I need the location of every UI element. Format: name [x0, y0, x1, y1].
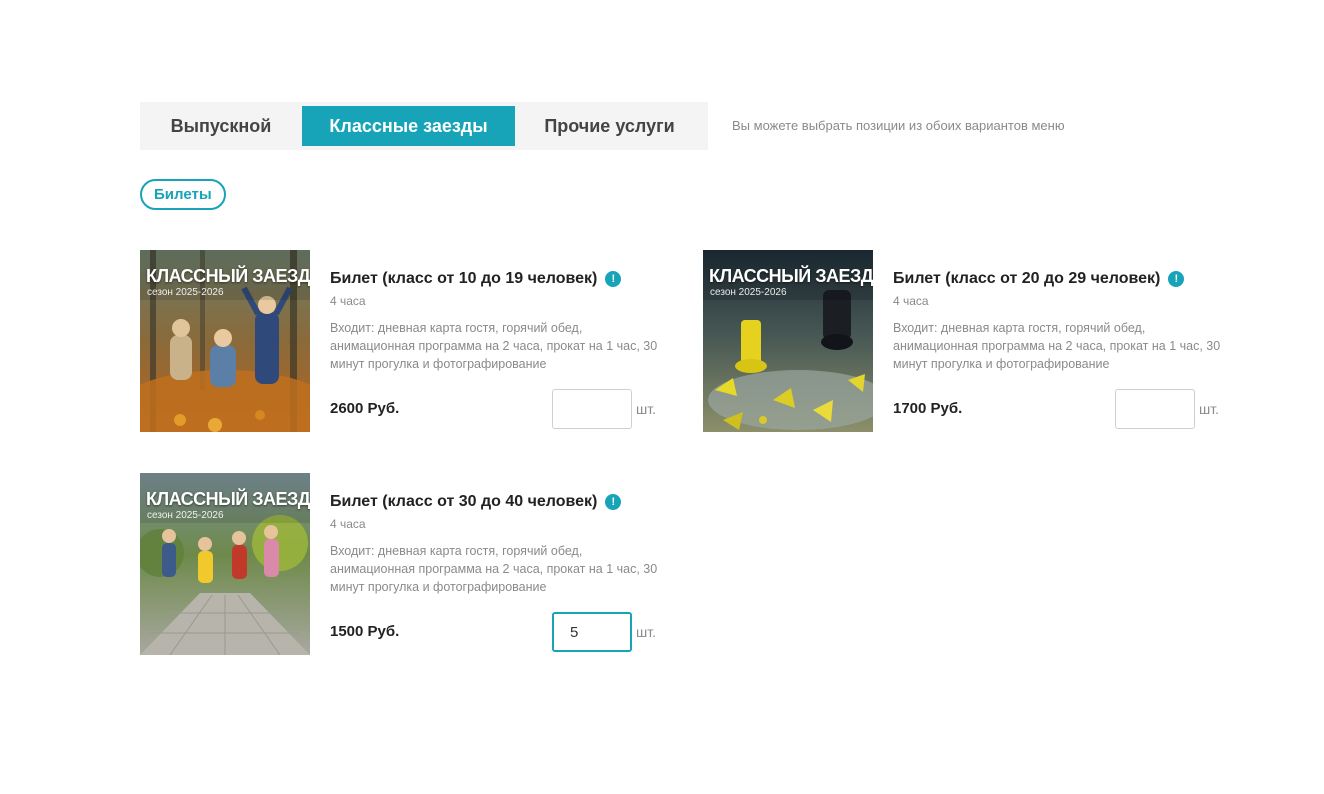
product-price: 1700 Руб. — [893, 400, 963, 417]
quantity-input[interactable] — [552, 612, 632, 652]
product-image-title: КЛАССНЫЙ ЗАЕЗД — [146, 266, 310, 286]
product-duration: 4 часа — [330, 294, 366, 308]
info-icon[interactable]: ! — [605, 271, 622, 287]
product-title: Билет (класс от 10 до 19 человек) ! — [330, 270, 622, 288]
tabs-hint-text: Вы можете выбрать позиции из обоих вариа… — [732, 118, 1065, 133]
product-image-subtitle: сезон 2025-2026 — [710, 287, 787, 298]
quantity-unit: шт. — [636, 624, 656, 640]
quantity-unit: шт. — [636, 401, 656, 417]
tab-prochie-uslugi[interactable]: Прочие услуги — [515, 106, 704, 146]
product-card: КЛАССНЫЙ ЗАЕЗД сезон 2025-2026 Билет (кл… — [140, 250, 680, 432]
product-price: 1500 Руб. — [330, 623, 400, 640]
product-image-subtitle: сезон 2025-2026 — [147, 287, 224, 298]
product-title: Билет (класс от 20 до 29 человек) ! — [893, 270, 1185, 288]
product-title: Билет (класс от 30 до 40 человек) ! — [330, 493, 622, 511]
product-title-text: Билет (класс от 10 до 19 человек) — [330, 270, 598, 287]
product-description: Входит: дневная карта гостя, горячий обе… — [893, 321, 1221, 371]
tab-klassnye-zaezdy[interactable]: Классные заезды — [302, 106, 515, 146]
quantity-input[interactable] — [552, 389, 632, 429]
quantity-unit: шт. — [1199, 401, 1219, 417]
product-price: 2600 Руб. — [330, 400, 400, 417]
product-description: Входит: дневная карта гостя, горячий обе… — [330, 321, 658, 371]
menu-tabs: Выпускной Классные заезды Прочие услуги — [140, 102, 708, 150]
category-pill-tickets[interactable]: Билеты — [140, 179, 226, 210]
product-duration: 4 часа — [893, 294, 929, 308]
product-image: КЛАССНЫЙ ЗАЕЗД сезон 2025-2026 — [140, 473, 310, 655]
product-title-text: Билет (класс от 20 до 29 человек) — [893, 270, 1161, 287]
info-icon[interactable]: ! — [605, 494, 622, 510]
product-card: КЛАССНЫЙ ЗАЕЗД сезон 2025-2026 Билет (кл… — [140, 473, 680, 655]
tab-vypusknoy[interactable]: Выпускной — [140, 106, 302, 146]
product-card: КЛАССНЫЙ ЗАЕЗД сезон 2025-2026 Билет (кл… — [703, 250, 1243, 432]
product-image: КЛАССНЫЙ ЗАЕЗД сезон 2025-2026 — [703, 250, 873, 432]
quantity-input[interactable] — [1115, 389, 1195, 429]
product-title-text: Билет (класс от 30 до 40 человек) — [330, 493, 598, 510]
product-image-subtitle: сезон 2025-2026 — [147, 510, 224, 521]
product-image: КЛАССНЫЙ ЗАЕЗД сезон 2025-2026 — [140, 250, 310, 432]
info-icon[interactable]: ! — [1168, 271, 1185, 287]
product-duration: 4 часа — [330, 517, 366, 531]
product-image-title: КЛАССНЫЙ ЗАЕЗД — [709, 266, 873, 286]
product-image-title: КЛАССНЫЙ ЗАЕЗД — [146, 489, 310, 509]
product-description: Входит: дневная карта гостя, горячий обе… — [330, 544, 658, 594]
